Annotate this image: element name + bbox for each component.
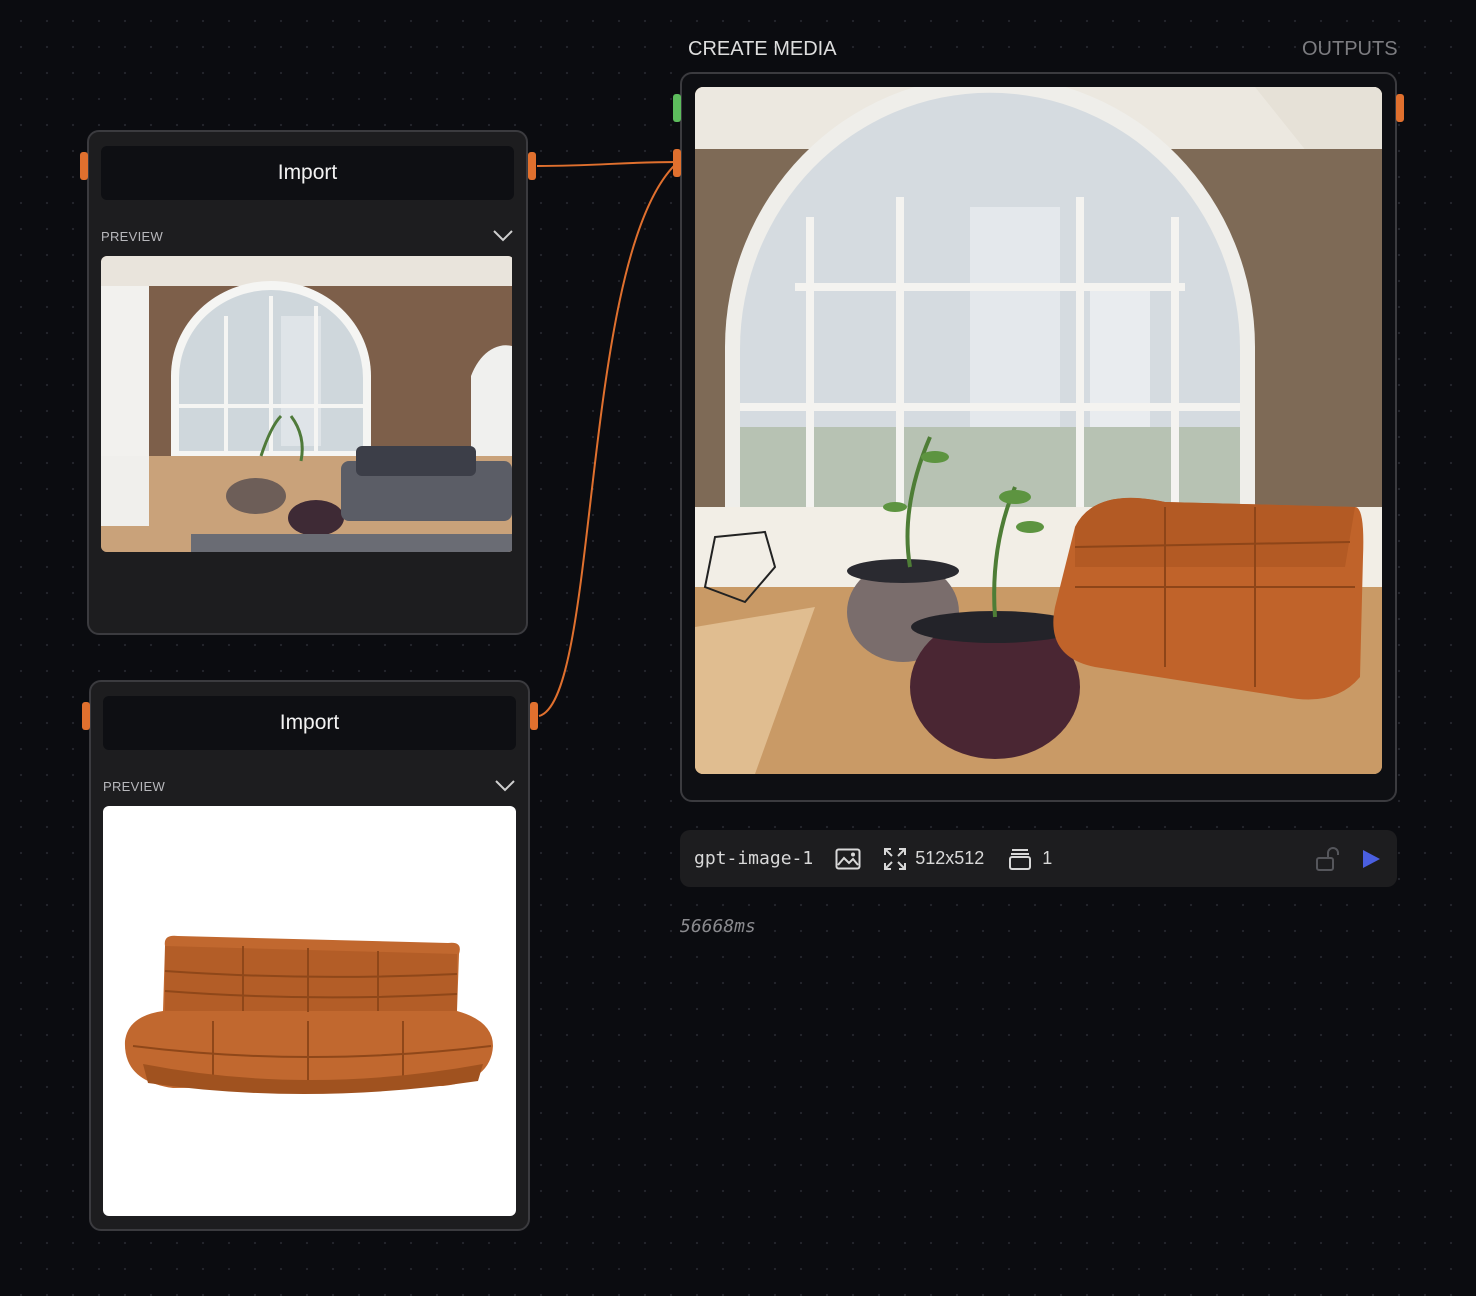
create-media-trigger-port[interactable] xyxy=(673,94,681,122)
create-media-input-port[interactable] xyxy=(673,149,681,177)
create-media-output-port[interactable] xyxy=(1396,94,1404,122)
model-selector[interactable]: gpt-image-1 xyxy=(694,848,813,869)
create-media-node[interactable] xyxy=(680,72,1397,802)
import-node-2-output-port[interactable] xyxy=(530,702,538,730)
import-node-2[interactable]: Import PREVIEW xyxy=(89,680,530,1231)
outputs-label: OUTPUTS xyxy=(1302,38,1398,60)
import-node-1-input-port[interactable] xyxy=(80,152,88,180)
preview-image-sofa xyxy=(103,806,516,1216)
output-image xyxy=(695,87,1382,774)
wire-import1-to-create xyxy=(536,161,679,167)
import-node-1[interactable]: Import PREVIEW xyxy=(87,130,528,635)
preview-label: PREVIEW xyxy=(103,778,166,794)
import-node-2-input-port[interactable] xyxy=(82,702,90,730)
play-icon xyxy=(1363,849,1380,868)
create-media-title: CREATE MEDIA xyxy=(688,38,837,60)
size-selector[interactable]: 512x512 xyxy=(883,847,984,871)
unlock-icon[interactable] xyxy=(1315,846,1341,872)
count-selector[interactable]: 1 xyxy=(1008,848,1052,870)
expand-icon xyxy=(884,847,907,870)
generation-toolbar: gpt-image-1 512x512 1 xyxy=(680,830,1397,887)
layers-icon xyxy=(1009,848,1032,870)
size-value: 512x512 xyxy=(915,848,985,868)
chevron-down-icon[interactable] xyxy=(494,779,516,793)
elapsed-time: 56668ms xyxy=(680,916,756,937)
count-value: 1 xyxy=(1042,848,1053,868)
run-button[interactable] xyxy=(1361,848,1381,870)
wire-import2-to-create xyxy=(538,161,679,717)
import-node-1-output-port[interactable] xyxy=(528,152,536,180)
preview-label: PREVIEW xyxy=(101,228,164,244)
preview-image-living-room xyxy=(101,256,514,552)
import-node-1-title: Import xyxy=(101,146,514,200)
chevron-down-icon[interactable] xyxy=(492,229,514,243)
image-mode-icon[interactable] xyxy=(835,848,861,870)
import-node-2-title: Import xyxy=(103,696,516,750)
